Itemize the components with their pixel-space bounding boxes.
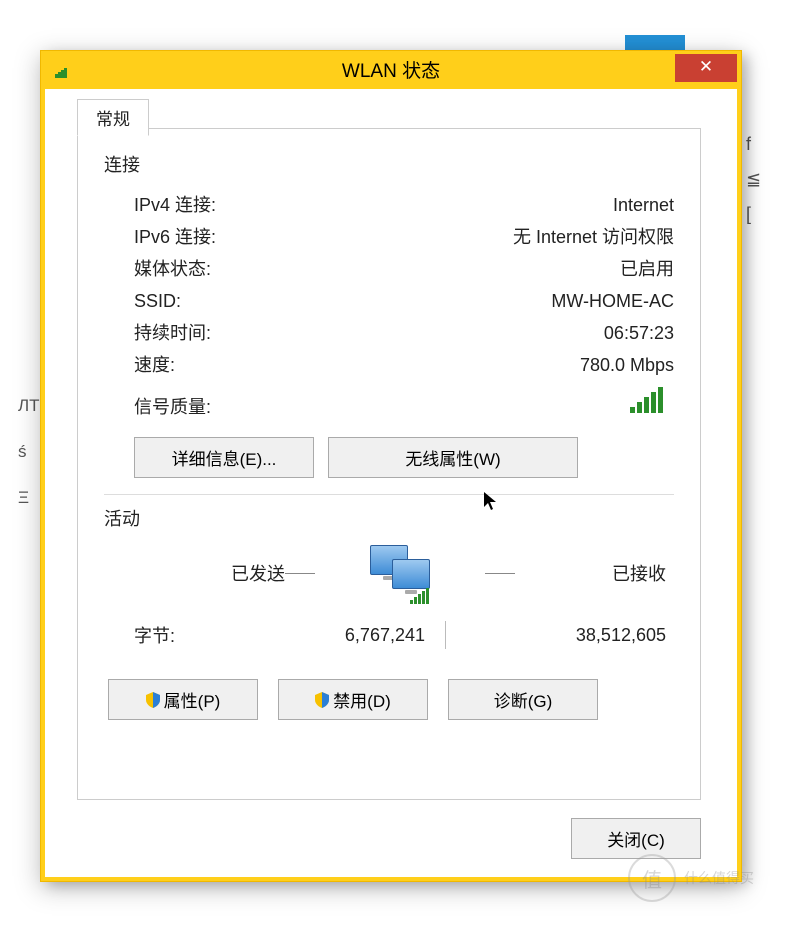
activity-section-label: 活动	[104, 505, 674, 531]
received-label: 已接收	[515, 560, 666, 586]
wlan-status-window: WLAN 状态 ✕ 常规 连接 IPv4 连接: Internet IPv6 连…	[40, 50, 742, 882]
close-button[interactable]: 关闭(C)	[571, 818, 701, 859]
ssid-label: SSID:	[134, 287, 181, 315]
watermark: 值 什么值得买	[628, 854, 758, 902]
row-ipv6: IPv6 连接: 无 Internet 访问权限	[104, 223, 674, 251]
row-speed: 速度: 780.0 Mbps	[104, 351, 674, 379]
wifi-icon	[55, 66, 69, 78]
ssid-value: MW-HOME-AC	[551, 287, 674, 315]
row-media: 媒体状态: 已启用	[104, 255, 674, 283]
signal-label: 信号质量:	[134, 393, 211, 419]
network-activity-icon	[315, 545, 485, 601]
diagnose-button[interactable]: 诊断(G)	[448, 679, 598, 720]
row-ssid: SSID: MW-HOME-AC	[104, 287, 674, 315]
activity-header-row: 已发送 已接收	[104, 545, 674, 601]
dash-left	[285, 573, 315, 574]
watermark-text: 什么值得买	[684, 870, 754, 886]
footer: 关闭(C)	[77, 818, 701, 859]
tab-general[interactable]: 常规	[77, 99, 149, 136]
section-divider	[104, 494, 674, 495]
duration-label: 持续时间:	[134, 319, 211, 347]
ipv4-value: Internet	[613, 191, 674, 219]
details-button-label: 详细信息(E)...	[172, 450, 277, 469]
details-button[interactable]: 详细信息(E)...	[134, 437, 314, 478]
ipv6-label: IPv6 连接:	[134, 223, 216, 251]
ipv6-value: 无 Internet 访问权限	[513, 223, 674, 251]
watermark-glyph: 值	[628, 854, 676, 902]
row-ipv4: IPv4 连接: Internet	[104, 191, 674, 219]
wireless-properties-button[interactable]: 无线属性(W)	[328, 437, 578, 478]
window-title: WLAN 状态	[45, 55, 737, 89]
bytes-sent-value: 6,767,241	[224, 625, 425, 646]
disable-button-label: 禁用(D)	[333, 687, 391, 712]
shield-icon	[146, 692, 160, 708]
tab-panel-general: 连接 IPv4 连接: Internet IPv6 连接: 无 Internet…	[77, 128, 701, 800]
properties-button-label: 属性(P)	[164, 687, 221, 712]
bytes-row: 字节: 6,767,241 38,512,605	[104, 621, 674, 649]
speed-value: 780.0 Mbps	[580, 351, 674, 379]
dash-right	[485, 573, 515, 574]
duration-value: 06:57:23	[604, 319, 674, 347]
signal-bars-icon	[630, 389, 664, 413]
titlebar[interactable]: WLAN 状态 ✕	[45, 55, 737, 89]
connection-section-label: 连接	[104, 151, 674, 177]
bytes-label: 字节:	[134, 622, 224, 648]
media-label: 媒体状态:	[134, 255, 211, 283]
bytes-received-value: 38,512,605	[465, 625, 666, 646]
tab-general-label: 常规	[96, 110, 130, 129]
row-duration: 持续时间: 06:57:23	[104, 319, 674, 347]
wireless-properties-button-label: 无线属性(W)	[405, 450, 500, 469]
disable-button[interactable]: 禁用(D)	[278, 679, 428, 720]
diagnose-button-label: 诊断(G)	[494, 687, 553, 712]
media-value: 已启用	[620, 255, 674, 283]
close-icon: ✕	[699, 57, 713, 76]
background-left-text: ЛТśΞ	[18, 370, 36, 534]
sent-label: 已发送	[134, 560, 285, 586]
connection-buttons: 详细信息(E)... 无线属性(W)	[104, 437, 674, 478]
speed-label: 速度:	[134, 351, 175, 379]
shield-icon	[315, 692, 329, 708]
close-button-label: 关闭(C)	[607, 831, 665, 850]
bytes-separator	[425, 621, 465, 649]
background-right-text: f≦[	[746, 120, 770, 720]
window-close-button[interactable]: ✕	[675, 54, 737, 82]
row-signal: 信号质量:	[104, 383, 674, 419]
tab-strip: 常规	[77, 99, 701, 129]
ipv4-label: IPv4 连接:	[134, 191, 216, 219]
properties-button[interactable]: 属性(P)	[108, 679, 258, 720]
client-area: 常规 连接 IPv4 连接: Internet IPv6 连接: 无 Inter…	[45, 89, 737, 877]
action-buttons: 属性(P) 禁用(D) 诊断(G)	[104, 679, 674, 720]
